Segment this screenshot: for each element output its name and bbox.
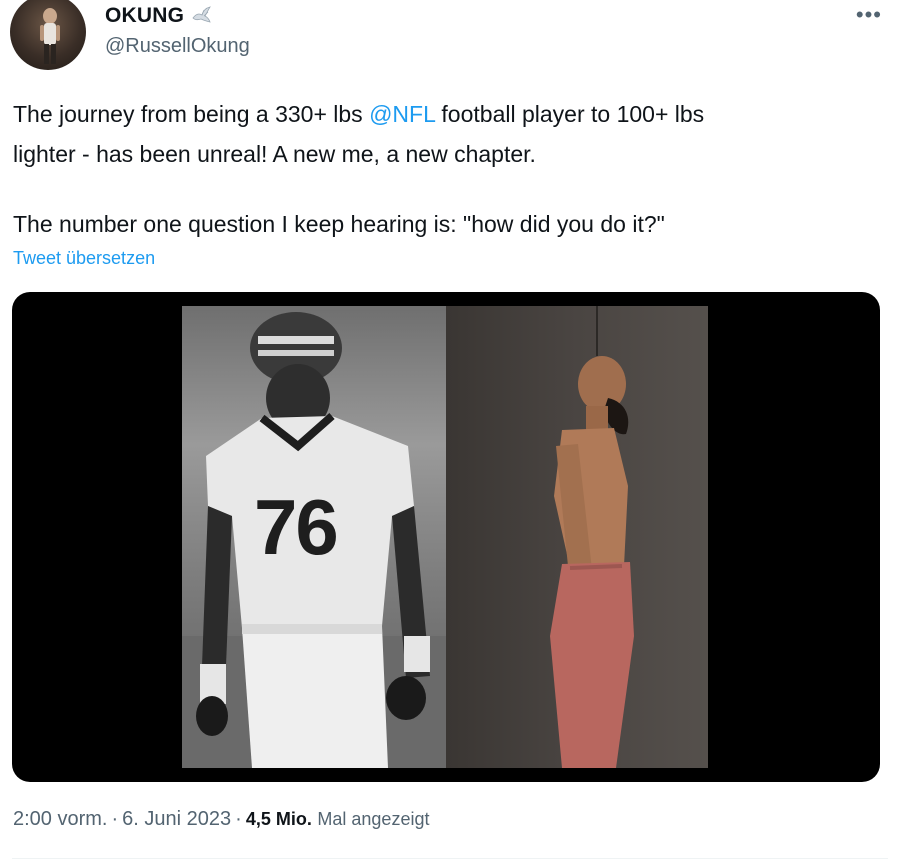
views-count: 4,5 Mio. bbox=[245, 809, 312, 829]
tweet-date[interactable]: 6. Juni 2023 bbox=[122, 808, 231, 830]
before-photo: 76 bbox=[182, 306, 446, 768]
tweet-line-1: The journey from being a 330+ lbs @NFL f… bbox=[13, 94, 883, 134]
meta-separator: · bbox=[235, 808, 242, 830]
divider bbox=[12, 858, 888, 859]
tweet-line-3: The number one question I keep hearing i… bbox=[13, 211, 665, 237]
mention-link[interactable]: @NFL bbox=[369, 101, 435, 127]
more-options-button[interactable]: ••• bbox=[856, 2, 882, 28]
tweet-line-1-end: football player to 100+ lbs bbox=[435, 101, 705, 127]
tweet-time[interactable]: 2:00 vorm. bbox=[13, 808, 107, 830]
standing-man-figure bbox=[550, 306, 634, 768]
translate-tweet-link[interactable]: Tweet übersetzen bbox=[13, 248, 155, 269]
author-handle[interactable]: @RussellOkung bbox=[105, 35, 250, 58]
author-name-row: OKUNG bbox=[105, 4, 214, 28]
tweet-text: The journey from being a 330+ lbs @NFL f… bbox=[13, 94, 883, 244]
tweet-meta: 2:00 vorm. · 6. Juni 2023 · 4,5 Mio. Mal ang… bbox=[13, 808, 429, 831]
tweet-card: OKUNG @RussellOkung ••• The journey from… bbox=[0, 0, 900, 864]
profile-photo bbox=[40, 8, 60, 64]
dove-icon bbox=[190, 4, 214, 28]
views-label: Mal angezeigt bbox=[317, 809, 430, 829]
after-photo bbox=[446, 306, 708, 768]
jersey-number: 76 bbox=[254, 483, 339, 571]
meta-separator: · bbox=[111, 808, 119, 830]
avatar[interactable] bbox=[10, 0, 86, 70]
tweet-line-2: lighter - has been unreal! A new me, a n… bbox=[13, 141, 536, 167]
display-name[interactable]: OKUNG bbox=[105, 4, 184, 28]
tweet-media-image[interactable]: 76 bbox=[12, 292, 880, 782]
tweet-line-1-start: The journey from being a 330+ lbs bbox=[13, 101, 370, 127]
